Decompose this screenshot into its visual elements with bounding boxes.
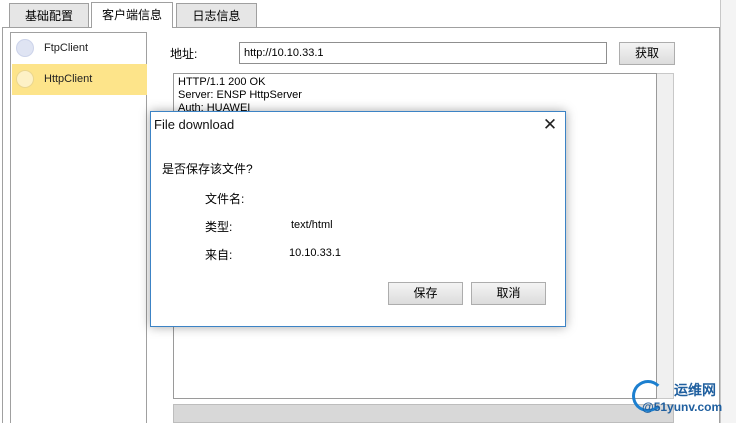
watermark-text: 运维网 — [674, 382, 716, 398]
watermark-url: @51yunv.com — [642, 400, 723, 414]
client-icon — [16, 39, 34, 57]
response-scrollbar[interactable] — [657, 73, 674, 399]
sidebar-item-label: FtpClient — [44, 42, 89, 54]
window-scrollbar[interactable] — [720, 0, 736, 423]
fetch-button[interactable]: 获取 — [619, 42, 675, 65]
sidebar-item-httpclient[interactable]: HttpClient — [12, 64, 147, 95]
type-label: 类型: — [205, 220, 233, 234]
cancel-button[interactable]: 取消 — [471, 282, 546, 305]
tab-client-info[interactable]: 客户端信息 — [91, 2, 173, 28]
from-label: 来自: — [205, 248, 233, 262]
sidebar-item-ftpclient[interactable]: FtpClient — [12, 33, 147, 64]
save-button[interactable]: 保存 — [388, 282, 463, 305]
type-value: text/html — [291, 219, 333, 231]
tab-basic-config[interactable]: 基础配置 — [9, 3, 89, 27]
from-value: 10.10.33.1 — [289, 247, 341, 259]
tab-log-info[interactable]: 日志信息 — [176, 3, 257, 27]
bottom-bar — [173, 404, 674, 423]
response-line: HTTP/1.1 200 OK — [178, 76, 266, 88]
dialog-question: 是否保存该文件? — [162, 162, 253, 176]
file-download-dialog: File download ✕ 是否保存该文件? 文件名: 类型: text/h… — [150, 111, 566, 327]
filename-label: 文件名: — [205, 192, 245, 206]
client-icon — [16, 70, 34, 88]
watermark-logo: 运维网 @51yunv.com — [628, 376, 736, 423]
close-icon[interactable]: ✕ — [535, 112, 565, 138]
dialog-title: File download — [154, 117, 235, 132]
address-input[interactable]: http://10.10.33.1 — [239, 42, 607, 64]
client-sidebar: FtpClient HttpClient — [10, 32, 147, 423]
address-label: 地址: — [170, 47, 198, 61]
sidebar-item-label: HttpClient — [44, 73, 93, 85]
response-line: Server: ENSP HttpServer — [178, 89, 302, 101]
